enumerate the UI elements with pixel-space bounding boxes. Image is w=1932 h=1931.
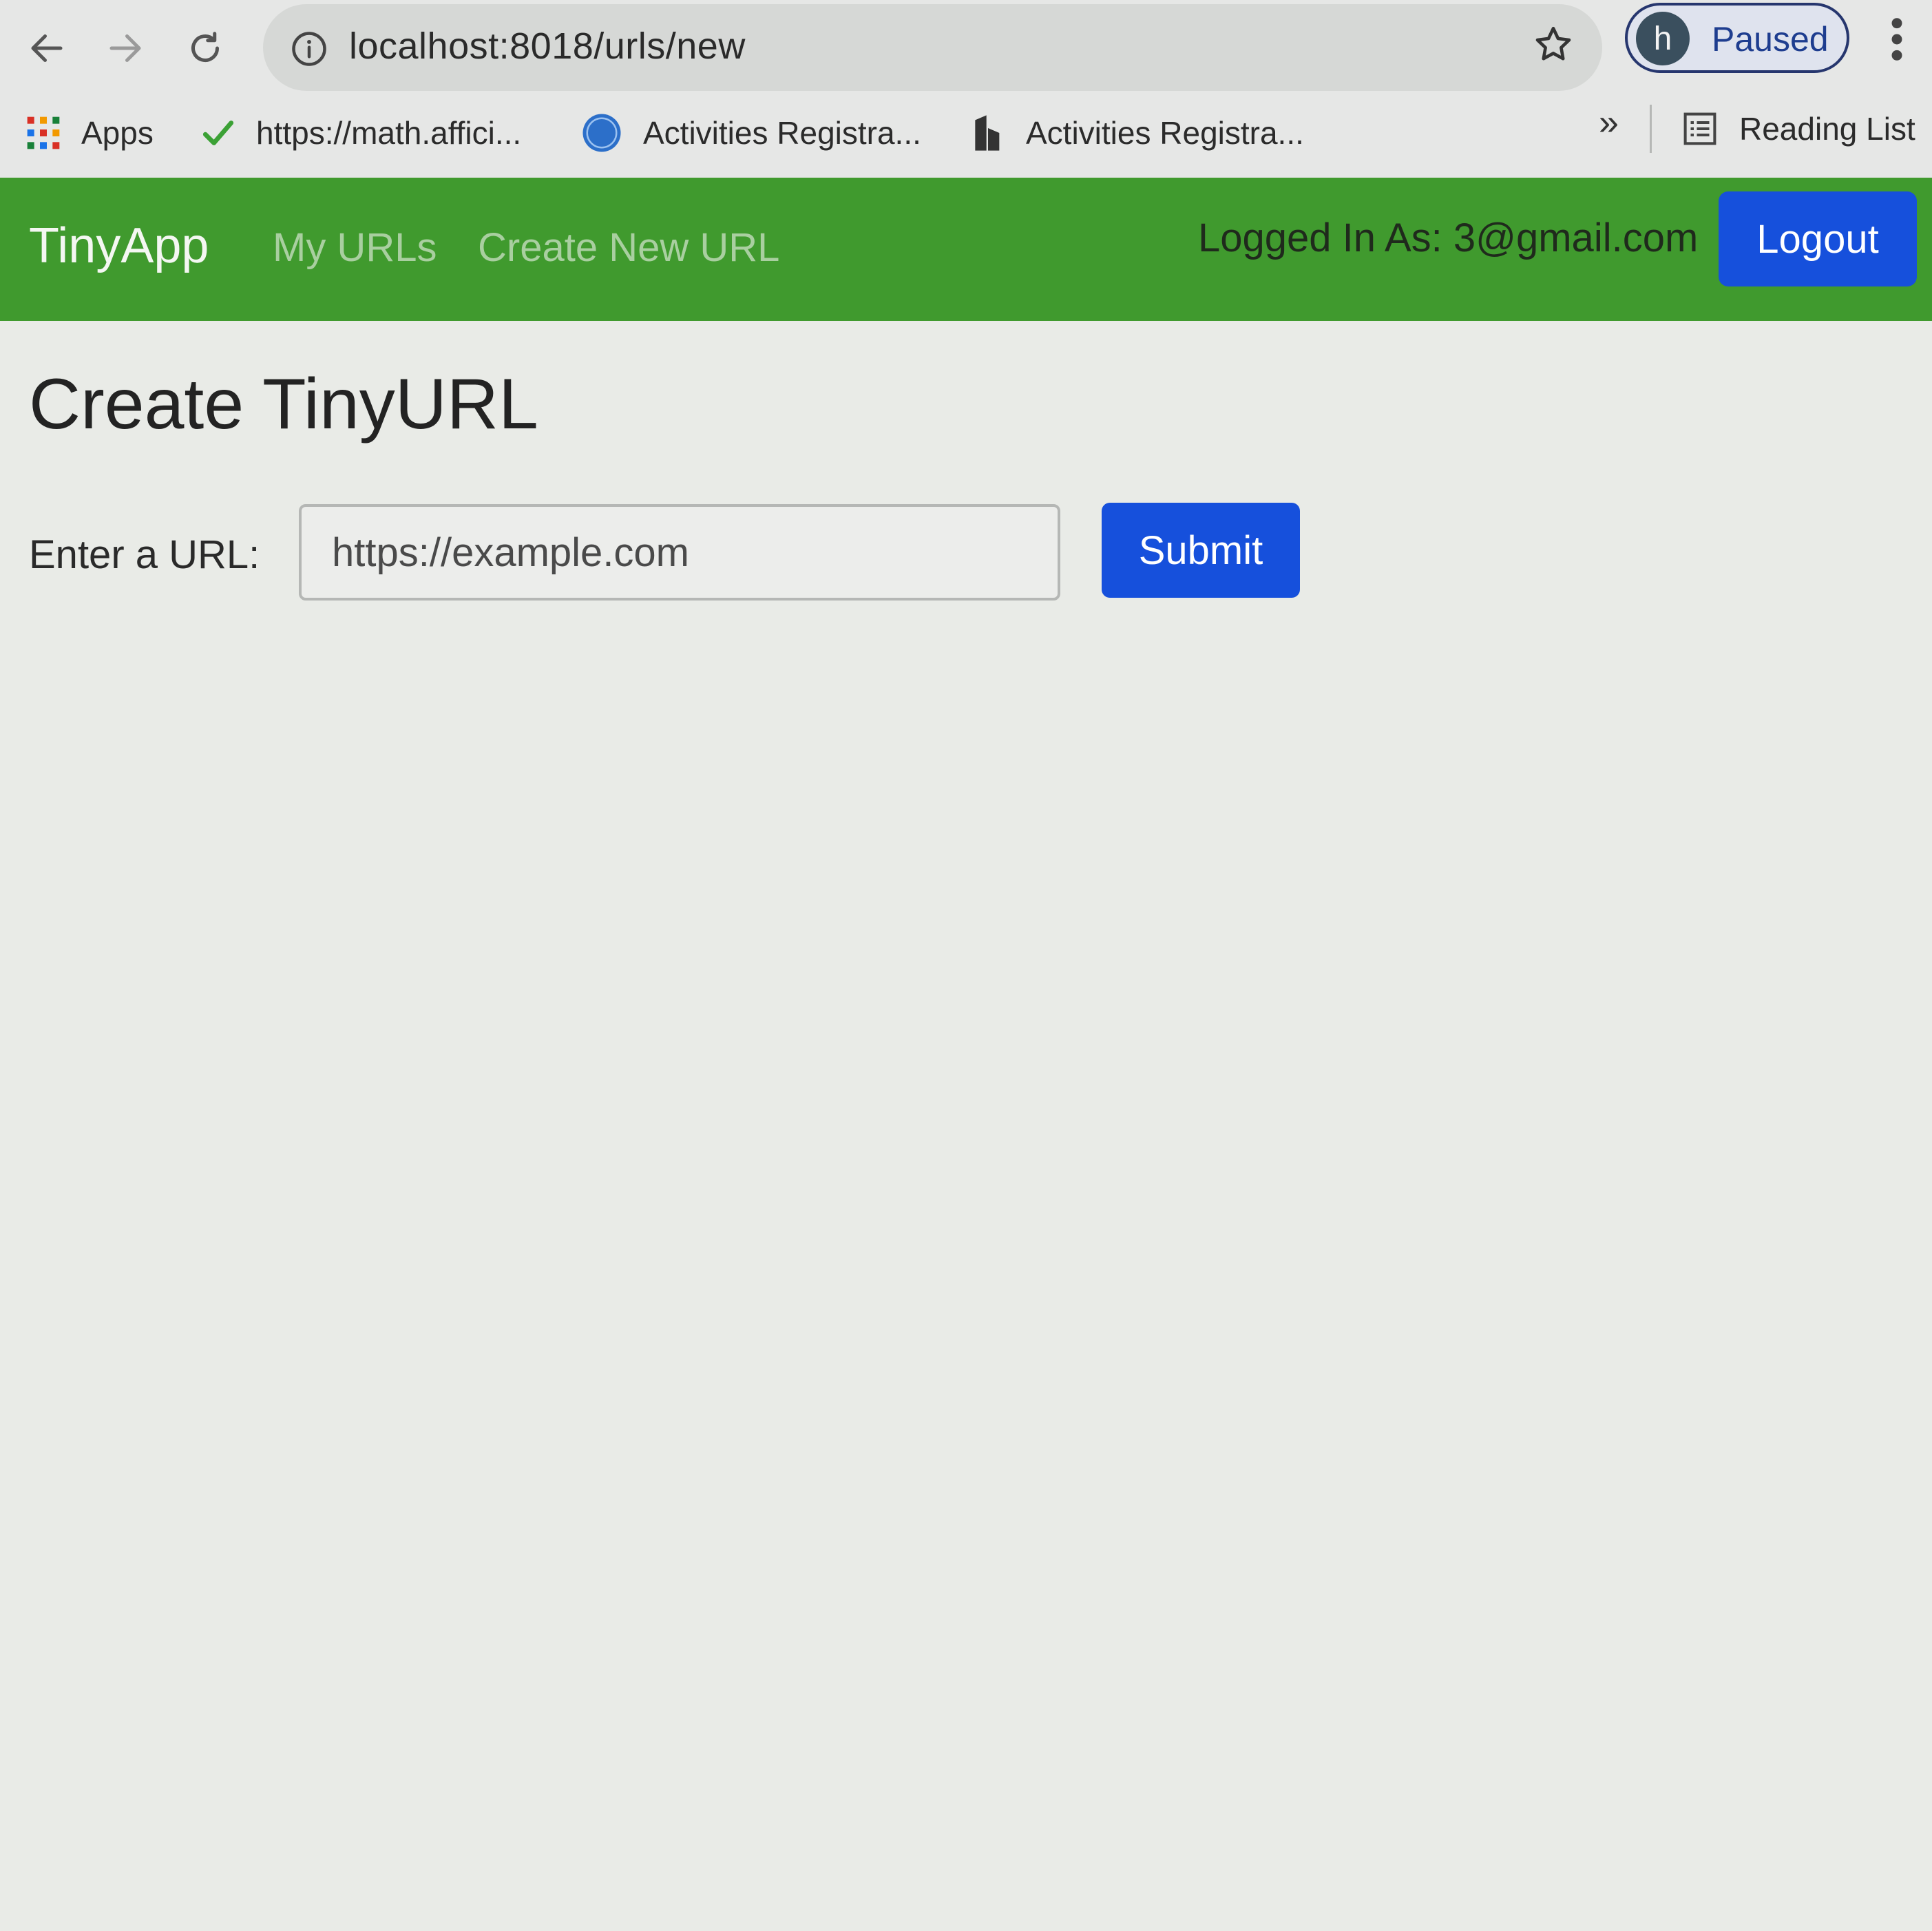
- nav-link-my-urls[interactable]: My URLs: [273, 225, 437, 271]
- bookmark-label: Activities Registra...: [643, 115, 921, 151]
- more-menu-icon[interactable]: [1887, 15, 1907, 63]
- bookmark-label: Activities Registra...: [1026, 115, 1304, 151]
- bookmark-math[interactable]: https://math.affici...: [201, 109, 521, 157]
- green-checkmark-icon: [202, 121, 234, 145]
- reload-button[interactable]: [178, 21, 233, 76]
- bookmark-activities-pm[interactable]: Activities Registra...: [581, 109, 921, 157]
- page-title: Create TinyURL: [29, 364, 538, 444]
- bookmark-label: https://math.affici...: [256, 115, 522, 151]
- arrow-right-icon: [109, 34, 141, 62]
- browser-toolbar: localhost:8018/urls/new h Paused: [0, 0, 1932, 103]
- arrow-left-icon: [31, 34, 63, 62]
- logged-in-status: Logged In As: 3@gmail.com: [1198, 216, 1699, 260]
- bookmarks-divider: [1650, 105, 1652, 153]
- browser-chrome: localhost:8018/urls/new h Paused Apps ht…: [0, 0, 1932, 179]
- bookmark-label: Apps: [81, 115, 154, 151]
- reload-icon: [191, 32, 219, 62]
- app-navbar: TinyApp My URLs Create New URL Logged In…: [0, 178, 1932, 321]
- info-icon[interactable]: [291, 30, 328, 67]
- brand-logo[interactable]: TinyApp: [29, 218, 209, 274]
- reading-list-button[interactable]: Reading List: [1681, 105, 1915, 153]
- apps-grid-icon: [27, 116, 60, 149]
- profile-button[interactable]: h Paused: [1625, 3, 1849, 73]
- bookmark-apps[interactable]: Apps: [26, 109, 154, 157]
- address-bar-url: localhost:8018/urls/new: [349, 25, 746, 67]
- bookmarks-bar: Apps https://math.affici... Activities R…: [0, 96, 1932, 172]
- avatar: h: [1636, 12, 1690, 65]
- reading-list-icon: [1683, 112, 1716, 145]
- submit-button[interactable]: Submit: [1102, 503, 1300, 598]
- reading-list-label: Reading List: [1739, 111, 1915, 147]
- bookmark-activities-building[interactable]: Activities Registra...: [971, 109, 1304, 157]
- nav-link-create-new-url[interactable]: Create New URL: [478, 225, 779, 271]
- url-input[interactable]: [299, 504, 1060, 601]
- building-icon: [975, 115, 1000, 151]
- more-bookmarks-button[interactable]: »: [1599, 102, 1619, 143]
- profile-status: Paused: [1712, 20, 1829, 59]
- back-button[interactable]: [19, 21, 74, 76]
- url-field-label: Enter a URL:: [29, 532, 260, 577]
- address-bar[interactable]: localhost:8018/urls/new: [263, 4, 1602, 91]
- forward-button[interactable]: [98, 21, 153, 76]
- pm-logo-icon: [582, 114, 621, 152]
- logout-button[interactable]: Logout: [1719, 191, 1917, 286]
- bookmark-star-icon[interactable]: [1532, 23, 1575, 66]
